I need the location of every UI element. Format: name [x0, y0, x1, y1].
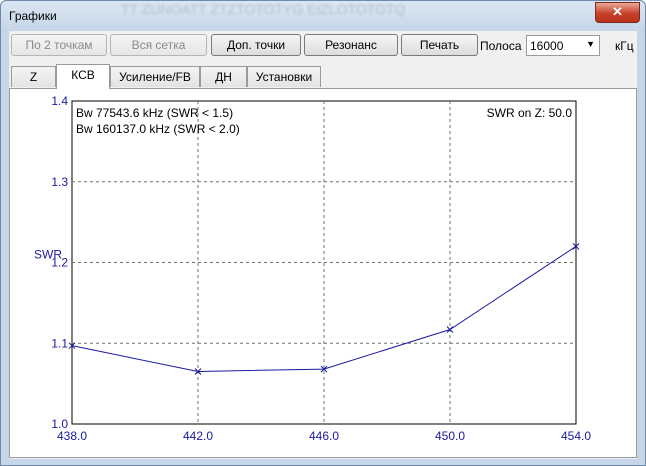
y-tick-label: 1.1	[51, 336, 68, 350]
swr-on-z-text: SWR on Z: 50.0	[487, 106, 573, 120]
dropdown-arrow-icon[interactable]: ▼	[586, 39, 595, 49]
tab-z[interactable]: Z	[11, 66, 56, 87]
tab-pattern[interactable]: ДН	[200, 66, 247, 87]
x-tick-label: 442.0	[183, 429, 213, 443]
band-select[interactable]: 16000 ▼	[526, 35, 600, 56]
bandwidth-swr-2.0-text: Bw 160137.0 kHz (SWR < 2.0)	[76, 122, 240, 136]
resonance-button[interactable]: Резонанс	[304, 34, 398, 56]
extra-points-button[interactable]: Доп. точки	[211, 34, 301, 56]
tab-settings[interactable]: Установки	[247, 66, 321, 87]
whole-grid-button[interactable]: Вся сетка	[110, 34, 207, 56]
by-2-points-button[interactable]: По 2 точкам	[11, 34, 107, 56]
client-area: По 2 точкам Вся сетка Доп. точки Резонан…	[9, 31, 637, 459]
y-tick-label: 1.3	[51, 175, 68, 189]
x-tick-label: 454.0	[561, 429, 591, 443]
swr-chart: 1.01.11.21.31.4438.0 442.0 446.0 450.0 454.0…	[34, 94, 591, 443]
window-title: Графики	[9, 9, 57, 23]
band-unit-label: кГц	[615, 39, 634, 53]
graphs-window: TT ZUNOATT ZTZTOTOTYG EIZLOTOTOTQ График…	[0, 0, 646, 466]
bandwidth-swr-1.5-text: Bw 77543.6 kHz (SWR < 1.5)	[76, 106, 233, 120]
tab-gain-fb[interactable]: Усиление/FB	[110, 66, 200, 87]
x-tick-label: 446.0	[309, 429, 339, 443]
chart-panel: 1.0 1.1 1.2 1.3 1.4 438.0 442.0 446.0 450.0 454.0…	[9, 88, 637, 458]
band-select-value: 16000	[530, 39, 564, 53]
close-icon: ✕	[612, 4, 623, 19]
title-bar[interactable]: TT ZUNOATT ZTZTOTOTYG EIZLOTOTOTQ График…	[1, 1, 645, 31]
tab-swr[interactable]: КСВ	[56, 64, 110, 89]
background-bleed-text: TT ZUNOATT ZTZTOTOTYG EIZLOTOTOTQ	[121, 1, 406, 17]
band-label: Полоса	[480, 39, 522, 53]
close-button[interactable]: ✕	[595, 2, 640, 23]
print-button[interactable]: Печать	[401, 34, 478, 56]
y-axis-label: SWR	[34, 247, 62, 261]
y-tick-label: 1.4	[51, 94, 68, 108]
x-tick-label: 438.0	[57, 429, 87, 443]
x-tick-label: 450.0	[435, 429, 465, 443]
